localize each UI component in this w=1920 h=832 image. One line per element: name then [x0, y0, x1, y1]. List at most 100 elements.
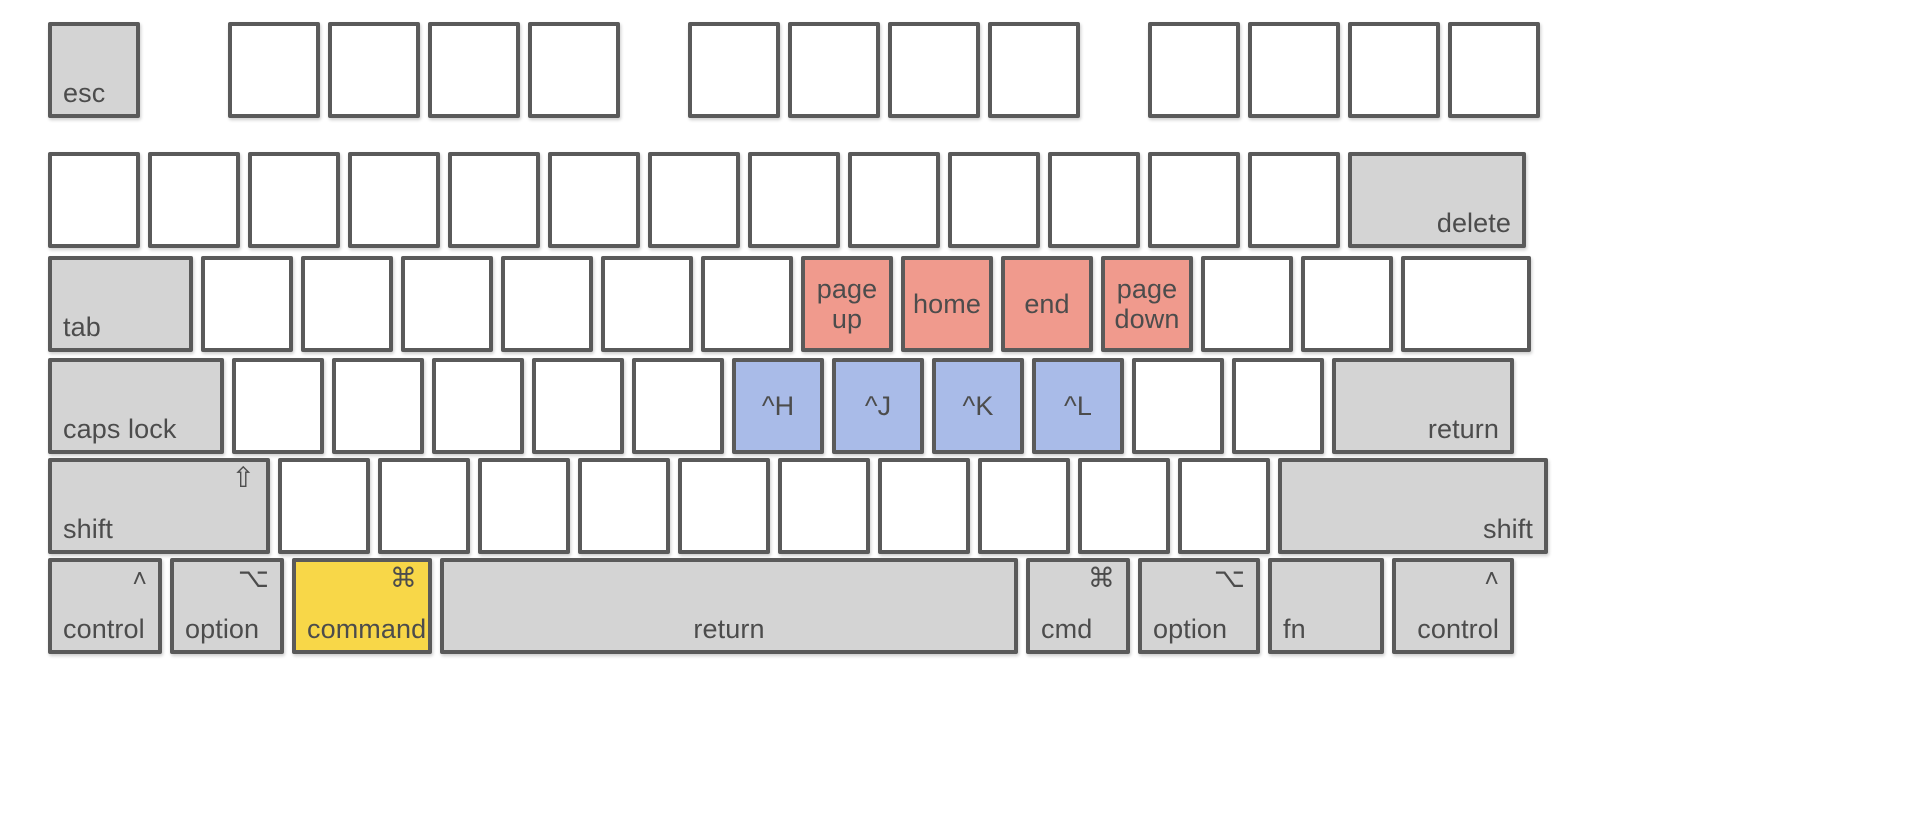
key-label-text: ^K	[962, 390, 994, 421]
key-control-left[interactable]: ˄ control	[48, 558, 162, 654]
key-letter-x[interactable]	[378, 458, 470, 554]
keyboard-layout-diagram: esc delete tab page up home end page down caps …	[0, 0, 1920, 832]
key-letter-u[interactable]: page up	[801, 256, 893, 352]
key-command-right[interactable]: ⌘ cmd	[1026, 558, 1130, 654]
key-digit-6[interactable]	[648, 152, 740, 248]
key-label: page up	[805, 260, 889, 348]
key-shift-left[interactable]: ⇧ shift	[48, 458, 270, 554]
key-f4[interactable]	[528, 22, 620, 118]
key-digit-2[interactable]	[248, 152, 340, 248]
key-spacer	[628, 22, 688, 118]
key-caps-lock[interactable]: caps lock	[48, 358, 224, 454]
key-slash[interactable]	[1178, 458, 1270, 554]
key-tab[interactable]: tab	[48, 256, 193, 352]
key-label: shift	[1482, 513, 1533, 544]
key-grave[interactable]	[48, 152, 140, 248]
keyboard-row-bottom-letter-row: ⇧ shift shift	[48, 458, 1556, 554]
key-digit-4[interactable]	[448, 152, 540, 248]
key-bracket-right[interactable]	[1301, 256, 1393, 352]
key-f10[interactable]	[1248, 22, 1340, 118]
key-letter-j[interactable]: ^J	[832, 358, 924, 454]
key-letter-m[interactable]	[878, 458, 970, 554]
key-option-left[interactable]: ⌥ option	[170, 558, 284, 654]
key-letter-y[interactable]	[701, 256, 793, 352]
key-semicolon[interactable]	[1132, 358, 1224, 454]
key-letter-b[interactable]	[678, 458, 770, 554]
key-space[interactable]: return	[440, 558, 1018, 654]
key-letter-t[interactable]	[601, 256, 693, 352]
key-letter-c[interactable]	[478, 458, 570, 554]
key-spacer	[1088, 22, 1148, 118]
key-letter-w[interactable]	[301, 256, 393, 352]
key-letter-k[interactable]: ^K	[932, 358, 1024, 454]
command-icon: ⌘	[1088, 563, 1115, 593]
keyboard-row-top-letter-row: tab page up home end page down	[48, 256, 1539, 352]
key-control-right[interactable]: ˄ control	[1392, 558, 1514, 654]
keyboard-row-function-row: esc	[48, 22, 1548, 118]
key-letter-p[interactable]: page down	[1101, 256, 1193, 352]
key-f6[interactable]	[788, 22, 880, 118]
option-icon: ⌥	[237, 563, 269, 593]
key-esc[interactable]: esc	[48, 22, 140, 118]
key-digit-3[interactable]	[348, 152, 440, 248]
key-letter-o[interactable]: end	[1001, 256, 1093, 352]
key-label: return	[693, 613, 765, 644]
key-delete[interactable]: delete	[1348, 152, 1526, 248]
key-digit-0[interactable]	[1048, 152, 1140, 248]
key-digit-5[interactable]	[548, 152, 640, 248]
key-minus[interactable]	[1148, 152, 1240, 248]
key-letter-a[interactable]	[232, 358, 324, 454]
key-letter-s[interactable]	[332, 358, 424, 454]
key-f7[interactable]	[888, 22, 980, 118]
key-letter-d[interactable]	[432, 358, 524, 454]
command-icon: ⌘	[390, 563, 417, 593]
key-digit-9[interactable]	[948, 152, 1040, 248]
key-letter-z[interactable]	[278, 458, 370, 554]
key-label: command	[307, 613, 427, 644]
key-f9[interactable]	[1148, 22, 1240, 118]
key-quote[interactable]	[1232, 358, 1324, 454]
key-letter-h[interactable]: ^H	[732, 358, 824, 454]
key-label: esc	[63, 77, 106, 108]
key-letter-l[interactable]: ^L	[1032, 358, 1124, 454]
key-option-right[interactable]: ⌥ option	[1138, 558, 1260, 654]
key-digit-8[interactable]	[848, 152, 940, 248]
key-f8[interactable]	[988, 22, 1080, 118]
key-command-left[interactable]: ⌘ command	[292, 558, 432, 654]
key-f1[interactable]	[228, 22, 320, 118]
key-shift-right[interactable]: shift	[1278, 458, 1548, 554]
key-backslash[interactable]	[1401, 256, 1531, 352]
key-digit-7[interactable]	[748, 152, 840, 248]
key-return[interactable]: return	[1332, 358, 1514, 454]
key-label: tab	[63, 311, 101, 342]
key-bracket-left[interactable]	[1201, 256, 1293, 352]
control-caret-icon: ˄	[1484, 565, 1499, 593]
key-label: cmd	[1041, 613, 1093, 644]
key-digit-1[interactable]	[148, 152, 240, 248]
key-period[interactable]	[1078, 458, 1170, 554]
key-f11[interactable]	[1348, 22, 1440, 118]
key-letter-q[interactable]	[201, 256, 293, 352]
key-f5[interactable]	[688, 22, 780, 118]
key-f12[interactable]	[1448, 22, 1540, 118]
key-label-text: ^L	[1064, 390, 1092, 421]
key-letter-i[interactable]: home	[901, 256, 993, 352]
keyboard-row-modifier-row: ˄ control ⌥ option ⌘ command return ⌘ cmd ⌥ option…	[48, 558, 1522, 654]
key-label: fn	[1283, 613, 1306, 644]
key-f3[interactable]	[428, 22, 520, 118]
key-equal[interactable]	[1248, 152, 1340, 248]
key-fn[interactable]: fn	[1268, 558, 1384, 654]
key-label: delete	[1436, 207, 1511, 238]
key-letter-r[interactable]	[501, 256, 593, 352]
key-comma[interactable]	[978, 458, 1070, 554]
key-label: home	[905, 260, 989, 348]
key-letter-e[interactable]	[401, 256, 493, 352]
key-letter-n[interactable]	[778, 458, 870, 554]
key-label: end	[1005, 260, 1089, 348]
key-letter-f[interactable]	[532, 358, 624, 454]
key-f2[interactable]	[328, 22, 420, 118]
key-label: control	[63, 613, 145, 644]
key-letter-v[interactable]	[578, 458, 670, 554]
key-label: option	[185, 613, 260, 644]
key-letter-g[interactable]	[632, 358, 724, 454]
